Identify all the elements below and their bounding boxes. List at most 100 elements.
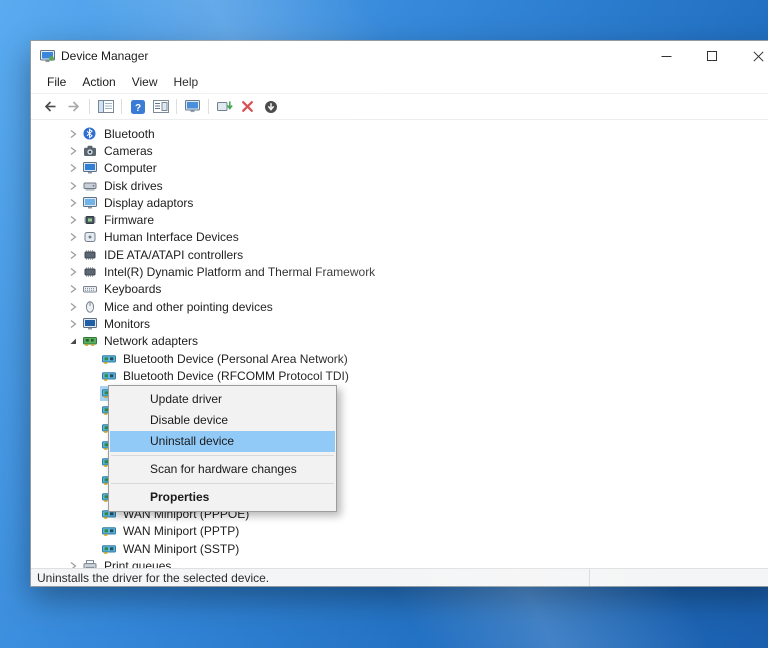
chevron-collapsed-icon[interactable] (65, 317, 81, 330)
tree-item-cameras[interactable]: Cameras (31, 142, 768, 159)
chevron-collapsed-icon[interactable] (65, 214, 81, 227)
chevron-collapsed-icon[interactable] (65, 196, 81, 209)
toolbar-devices-button[interactable] (181, 96, 204, 117)
toolbar-disable-device-button[interactable] (259, 96, 282, 117)
tree-item-monitors[interactable]: Monitors (31, 315, 768, 332)
devices-icon (185, 100, 200, 113)
toolbar-back-button[interactable] (39, 96, 62, 117)
desktop-background: Device Manager File Action View Help ? Blue… (0, 0, 768, 648)
toolbar-uninstall-button[interactable] (236, 96, 259, 117)
toolbar-separator (89, 99, 90, 114)
chevron-expanded-icon[interactable] (65, 335, 81, 348)
tree-item-content: Bluetooth Device (Personal Area Network) (100, 351, 352, 367)
tree-item-wan-miniport-pptp[interactable]: WAN Miniport (PPTP) (31, 523, 768, 540)
minimize-button[interactable] (643, 41, 689, 71)
context-menu-item-disable-device[interactable]: Disable device (110, 410, 335, 431)
tree-item-keyboards[interactable]: Keyboards (31, 281, 768, 298)
tree-item-intel-r-dynamic-platform-and-thermal-framework[interactable]: Intel(R) Dynamic Platform and Thermal Fr… (31, 263, 768, 280)
tree-item-bluetooth-device-personal-area-network[interactable]: Bluetooth Device (Personal Area Network) (31, 350, 768, 367)
tree-item-bluetooth[interactable]: Bluetooth (31, 125, 768, 142)
tree-item-content: Display adaptors (81, 195, 197, 211)
tree-item-content: IDE ATA/ATAPI controllers (81, 247, 247, 263)
tree-item-label: Monitors (104, 316, 151, 331)
tree-item-label: Network adapters (104, 334, 199, 349)
chevron-collapsed-icon[interactable] (65, 162, 81, 175)
tree-item-label: Firmware (104, 213, 154, 228)
device-manager-icon (40, 49, 55, 63)
chevron-collapsed-icon[interactable] (65, 144, 81, 157)
tree-item-content: Monitors (81, 316, 154, 332)
display-icon (83, 196, 98, 209)
svg-text:?: ? (134, 102, 140, 113)
chevron-collapsed-icon[interactable] (65, 283, 81, 296)
tree-item-bluetooth-device-rfcomm-protocol-tdi[interactable]: Bluetooth Device (RFCOMM Protocol TDI) (31, 367, 768, 384)
tree-item-content: Bluetooth Device (RFCOMM Protocol TDI) (100, 368, 353, 384)
uninstall-icon (241, 100, 254, 113)
tree-item-print-queues[interactable]: Print queues (31, 557, 768, 568)
chevron-collapsed-icon[interactable] (65, 248, 81, 261)
menu-separator (111, 455, 334, 456)
keyboard-icon (83, 283, 98, 296)
context-menu-item-uninstall-device[interactable]: Uninstall device (110, 431, 335, 452)
close-icon (752, 50, 764, 62)
tree-item-human-interface-devices[interactable]: Human Interface Devices (31, 229, 768, 246)
tree-item-content: Mice and other pointing devices (81, 299, 277, 315)
camera-icon (83, 144, 98, 157)
context-menu: Update driver Disable device Uninstall dev… (108, 385, 337, 512)
maximize-button[interactable] (689, 41, 735, 71)
tree-item-label: Cameras (104, 143, 153, 158)
status-grip (589, 569, 768, 586)
toolbar-update-driver-button[interactable] (213, 96, 236, 117)
chevron-collapsed-icon[interactable] (65, 266, 81, 279)
update-driver-icon (216, 100, 233, 113)
chevron-collapsed-icon[interactable] (65, 300, 81, 313)
tree-item-mice-and-other-pointing-devices[interactable]: Mice and other pointing devices (31, 298, 768, 315)
menu-file[interactable]: File (39, 72, 74, 92)
chevron-collapsed-icon[interactable] (65, 179, 81, 192)
menu-help[interactable]: Help (166, 72, 207, 92)
tree-item-content: WAN Miniport (PPTP) (100, 523, 243, 539)
menu-view[interactable]: View (124, 72, 166, 92)
tree-item-content: Firmware (81, 212, 158, 228)
tree-item-wan-miniport-sstp[interactable]: WAN Miniport (SSTP) (31, 540, 768, 557)
tree-item-label: Bluetooth Device (Personal Area Network) (123, 351, 348, 366)
context-menu-item-update-driver[interactable]: Update driver (110, 389, 335, 410)
chevron-collapsed-icon[interactable] (65, 231, 81, 244)
tree-item-label: WAN Miniport (PPTP) (123, 524, 240, 539)
disk-icon (83, 179, 98, 192)
netadapter-icon (102, 542, 117, 555)
tree-item-display-adaptors[interactable]: Display adaptors (31, 194, 768, 211)
bluetooth-icon (83, 127, 98, 140)
tree-item-label: Keyboards (104, 282, 162, 297)
toolbar-separator (208, 99, 209, 114)
tree-item-disk-drives[interactable]: Disk drives (31, 177, 768, 194)
help-icon: ? (130, 99, 145, 114)
tree-item-ide-ata-atapi-controllers[interactable]: IDE ATA/ATAPI controllers (31, 246, 768, 263)
title-bar[interactable]: Device Manager (31, 41, 768, 71)
menu-action[interactable]: Action (74, 72, 123, 92)
window-title: Device Manager (61, 49, 149, 63)
chevron-collapsed-icon[interactable] (65, 560, 81, 568)
tree-item-network-adapters[interactable]: Network adapters (31, 333, 768, 350)
toolbar-forward-button[interactable] (62, 96, 85, 117)
tree-item-label: WAN Miniport (SSTP) (123, 541, 240, 556)
toolbar-properties-button[interactable] (149, 96, 172, 117)
back-icon (43, 100, 58, 113)
tree-item-firmware[interactable]: Firmware (31, 211, 768, 228)
close-button[interactable] (735, 41, 768, 71)
context-menu-item-scan-for-hardware-changes[interactable]: Scan for hardware changes (110, 459, 335, 480)
chevron-collapsed-icon[interactable] (65, 127, 81, 140)
toolbar-console-tree-button[interactable] (94, 96, 117, 117)
tree-item-content: WAN Miniport (SSTP) (100, 541, 243, 557)
toolbar-help-button[interactable]: ? (126, 96, 149, 117)
tree-item-content: Human Interface Devices (81, 229, 243, 245)
context-menu-item-properties[interactable]: Properties (110, 487, 335, 508)
tree-item-computer[interactable]: Computer (31, 160, 768, 177)
netadapter-icon (102, 525, 117, 538)
